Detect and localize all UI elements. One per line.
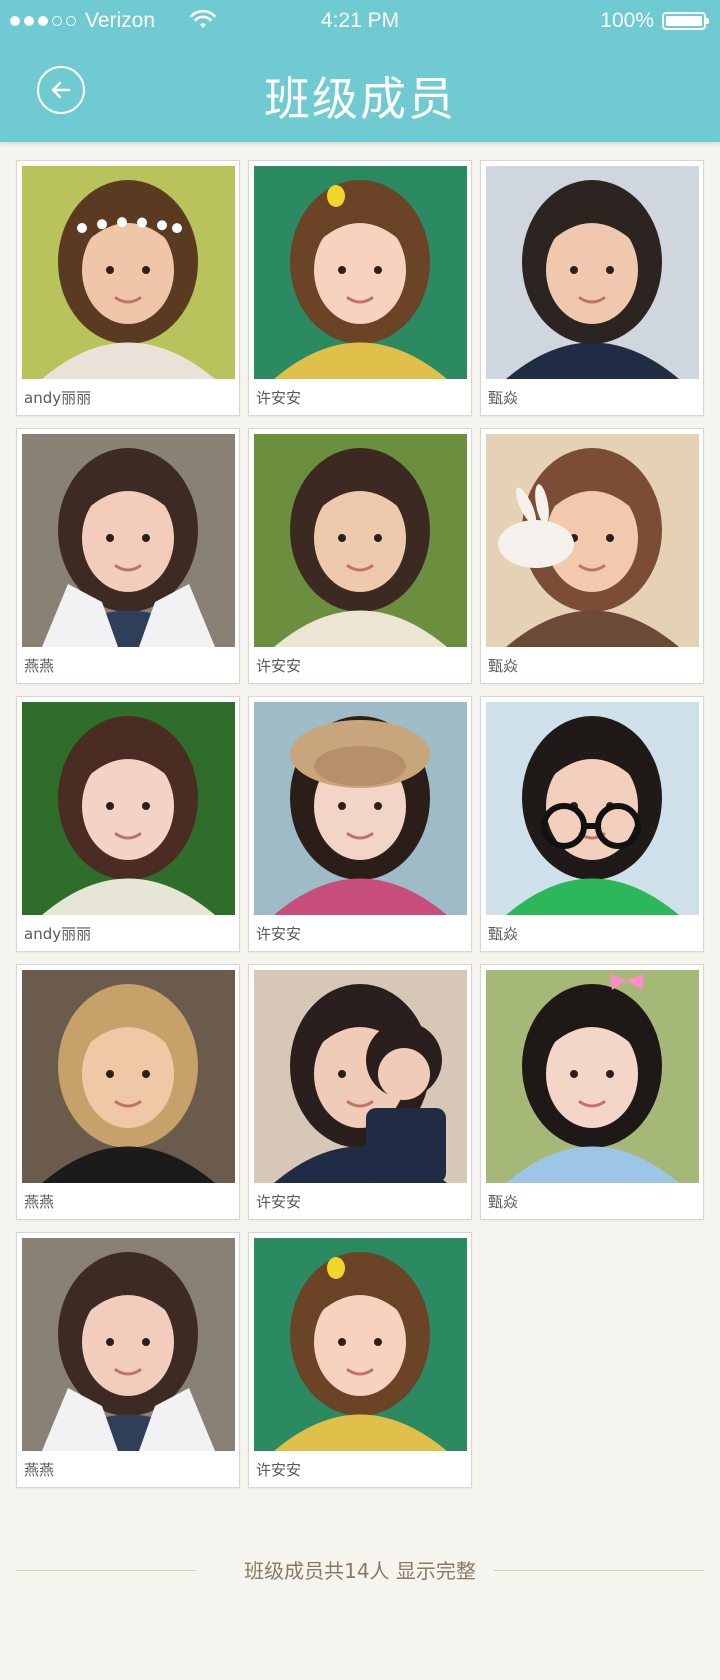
member-name: andy丽丽 [24, 925, 92, 943]
battery-percent: 100% [600, 9, 654, 32]
member-photo [254, 434, 467, 647]
member-photo [254, 702, 467, 915]
member-card[interactable]: 燕燕 [16, 428, 240, 684]
member-card[interactable]: 许安安 [248, 428, 472, 684]
member-photo [22, 702, 235, 915]
child-portrait [486, 434, 699, 647]
member-name: andy丽丽 [24, 389, 92, 407]
child-portrait [254, 970, 467, 1183]
member-photo [22, 166, 235, 379]
app-header: Verizon 4:21 PM 100% 班级成员 [0, 0, 720, 142]
member-name: 许安安 [256, 657, 302, 675]
member-name: 燕燕 [24, 1193, 55, 1211]
child-portrait [254, 1238, 467, 1451]
member-card[interactable]: 燕燕 [16, 1232, 240, 1488]
member-name: 许安安 [256, 925, 302, 943]
child-portrait [22, 434, 235, 647]
member-photo [486, 702, 699, 915]
member-card[interactable]: andy丽丽 [16, 696, 240, 952]
battery-icon [662, 12, 709, 30]
status-bar: Verizon 4:21 PM 100% [0, 0, 720, 44]
member-card[interactable]: 甄焱 [480, 964, 704, 1220]
member-photo [486, 970, 699, 1183]
member-card[interactable]: 甄焱 [480, 696, 704, 952]
member-name: 燕燕 [24, 657, 55, 675]
member-card[interactable]: 许安安 [248, 696, 472, 952]
member-card[interactable]: 许安安 [248, 1232, 472, 1488]
member-name: 燕燕 [24, 1461, 55, 1479]
member-name: 甄焱 [488, 925, 519, 943]
battery-indicator: 100% [600, 9, 709, 33]
child-portrait [254, 434, 467, 647]
child-portrait [254, 702, 467, 915]
child-portrait [486, 166, 699, 379]
member-photo [254, 1238, 467, 1451]
member-card[interactable]: 燕燕 [16, 964, 240, 1220]
member-name: 甄焱 [488, 1193, 519, 1211]
child-portrait [22, 166, 235, 379]
child-portrait [486, 702, 699, 915]
child-portrait [22, 970, 235, 1183]
nav-bar: 班级成员 [0, 44, 720, 142]
member-card[interactable]: 许安安 [248, 964, 472, 1220]
member-photo [254, 166, 467, 379]
member-name: 许安安 [256, 1461, 302, 1479]
member-photo [486, 166, 699, 379]
member-name: 许安安 [256, 1193, 302, 1211]
child-portrait [22, 1238, 235, 1451]
member-count-summary: 班级成员共14人 显示完整 [244, 1559, 476, 1583]
member-name: 甄焱 [488, 657, 519, 675]
page-title: 班级成员 [264, 72, 456, 126]
member-photo [486, 434, 699, 647]
member-photo [22, 970, 235, 1183]
member-card[interactable]: 甄焱 [480, 160, 704, 416]
member-card[interactable]: andy丽丽 [16, 160, 240, 416]
member-card[interactable]: 许安安 [248, 160, 472, 416]
member-photo [22, 434, 235, 647]
child-portrait [486, 970, 699, 1183]
child-portrait [254, 166, 467, 379]
member-name: 许安安 [256, 389, 302, 407]
member-photo [254, 970, 467, 1183]
member-card[interactable]: 甄焱 [480, 428, 704, 684]
member-photo [22, 1238, 235, 1451]
child-portrait [22, 702, 235, 915]
member-name: 甄焱 [488, 389, 519, 407]
